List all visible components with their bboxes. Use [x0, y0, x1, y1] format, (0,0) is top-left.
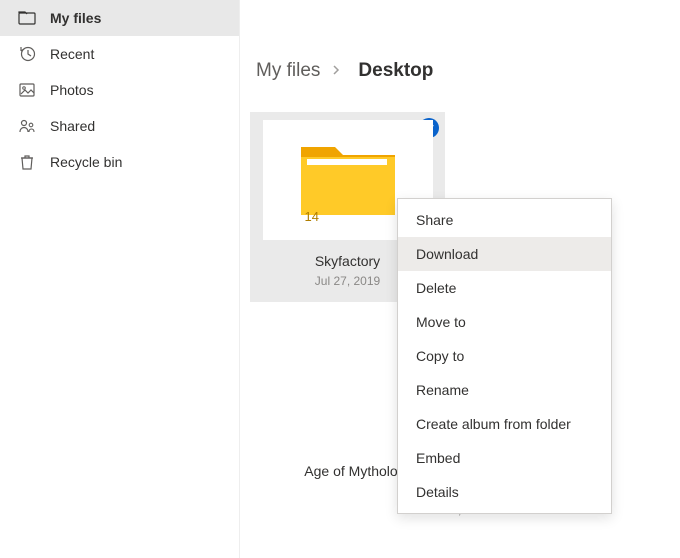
folder-item-count: 14 — [305, 209, 319, 224]
context-item-delete[interactable]: Delete — [398, 271, 611, 305]
recyclebin-icon — [18, 153, 36, 171]
context-item-createalbum[interactable]: Create album from folder — [398, 407, 611, 441]
sidebar-item-label: Shared — [50, 118, 95, 134]
context-item-moveto[interactable]: Move to — [398, 305, 611, 339]
sidebar-item-myfiles[interactable]: My files — [0, 0, 239, 36]
sidebar-item-shared[interactable]: Shared — [0, 108, 239, 144]
sidebar-item-label: My files — [50, 10, 101, 26]
sidebar-item-recyclebin[interactable]: Recycle bin — [0, 144, 239, 180]
shared-icon — [18, 117, 36, 135]
sidebar-item-recent[interactable]: Recent — [0, 36, 239, 72]
context-item-rename[interactable]: Rename — [398, 373, 611, 407]
sidebar: My files Recent Photos Shared Recycle bi… — [0, 0, 240, 558]
context-item-embed[interactable]: Embed — [398, 441, 611, 475]
chevron-right-icon — [330, 60, 342, 82]
context-item-share[interactable]: Share — [398, 203, 611, 237]
sidebar-item-label: Recent — [50, 46, 94, 62]
context-item-details[interactable]: Details — [398, 475, 611, 509]
breadcrumb-current: Desktop — [358, 60, 433, 82]
context-item-copyto[interactable]: Copy to — [398, 339, 611, 373]
sidebar-item-photos[interactable]: Photos — [0, 72, 239, 108]
breadcrumb: My files Desktop — [256, 60, 680, 82]
sidebar-item-label: Recycle bin — [50, 154, 122, 170]
photos-icon — [18, 81, 36, 99]
breadcrumb-root[interactable]: My files — [256, 60, 320, 82]
sidebar-item-label: Photos — [50, 82, 94, 98]
folder-icon — [18, 9, 36, 27]
main-content: My files Desktop 14 Skyfactory Jul 27, 2… — [240, 0, 680, 558]
context-menu: Share Download Delete Move to Copy to Re… — [397, 198, 612, 514]
context-item-download[interactable]: Download — [398, 237, 611, 271]
recent-icon — [18, 45, 36, 63]
